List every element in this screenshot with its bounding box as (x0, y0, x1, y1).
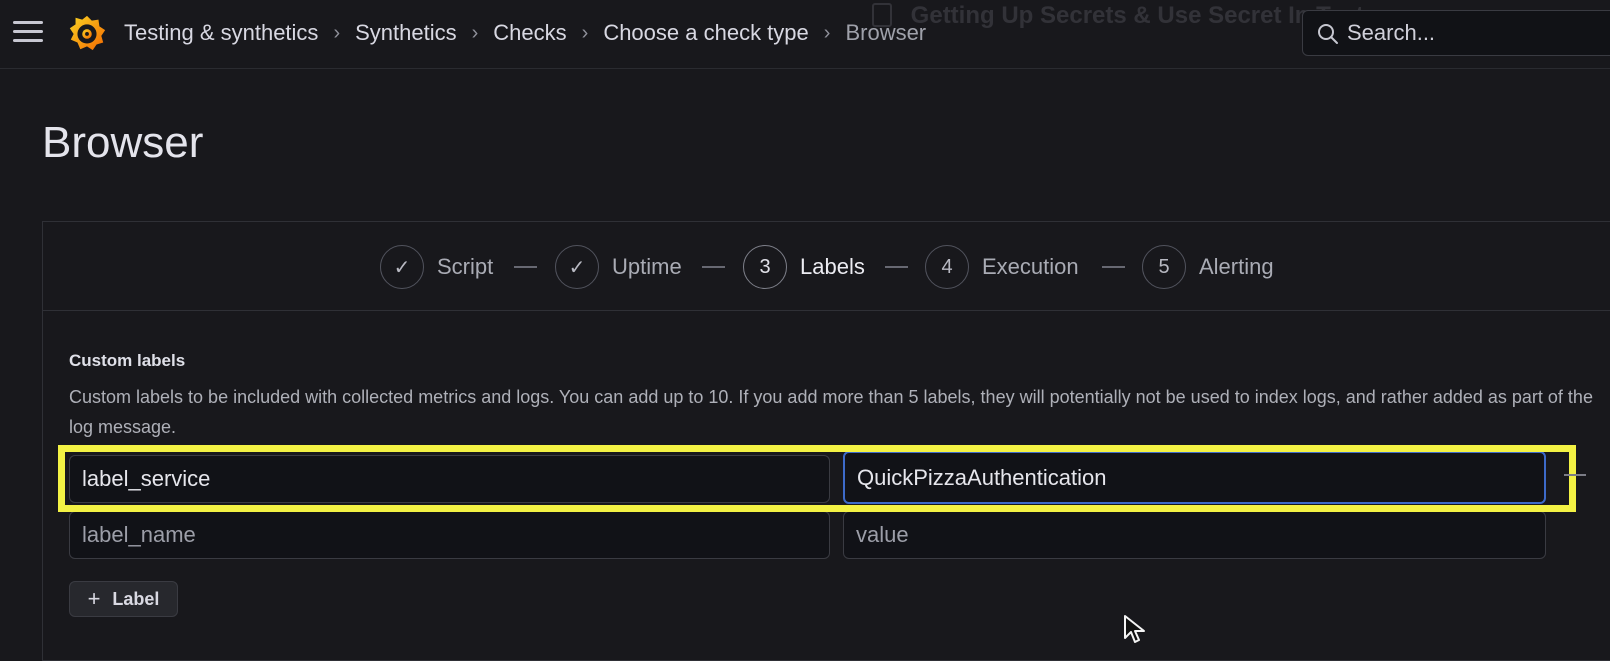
grafana-logo-icon[interactable] (66, 12, 108, 54)
mouse-pointer-icon (1124, 615, 1145, 643)
top-navigation-bar: Getting Up Secrets & Use Secret In Test.… (0, 0, 1610, 69)
label-name-field-1[interactable] (69, 455, 830, 503)
step-label: Alerting (1199, 254, 1274, 279)
add-label-button[interactable]: + Label (69, 581, 178, 617)
step-script[interactable]: ✓ Script (380, 245, 493, 289)
step-uptime[interactable]: ✓ Uptime (555, 245, 682, 289)
search-box[interactable] (1302, 10, 1610, 56)
wizard-steps: ✓ Script ✓ Uptime 3 Labels 4 Execution 5… (43, 222, 1610, 311)
breadcrumb-separator-icon: › (581, 21, 589, 44)
custom-labels-title: Custom labels (69, 351, 186, 370)
label-value-field-1[interactable] (843, 451, 1546, 504)
label-name-input-2[interactable] (82, 522, 829, 548)
label-value-input-2[interactable] (856, 522, 1545, 548)
label-value-input-1[interactable] (857, 464, 1544, 491)
search-input[interactable] (1347, 19, 1607, 47)
breadcrumb-separator-icon: › (333, 21, 341, 44)
step-connector (1102, 266, 1125, 268)
breadcrumb-checks[interactable]: Checks (493, 20, 566, 46)
step-number: 4 (925, 245, 969, 289)
row-remove-handle[interactable] (1564, 474, 1586, 476)
plus-icon: + (87, 586, 101, 611)
label-name-input-1[interactable] (82, 466, 829, 492)
step-execution[interactable]: 4 Execution (925, 245, 1079, 289)
breadcrumb-separator-icon: › (823, 21, 831, 44)
check-form-panel: ✓ Script ✓ Uptime 3 Labels 4 Execution 5… (42, 221, 1610, 661)
step-connector (514, 266, 537, 268)
breadcrumb: Testing & synthetics › Synthetics › Chec… (124, 16, 926, 50)
step-connector (702, 266, 725, 268)
search-icon (1318, 24, 1338, 44)
breadcrumb-choose-check-type[interactable]: Choose a check type (603, 20, 808, 46)
step-number: 3 (743, 245, 787, 289)
page-title: Browser (42, 118, 204, 167)
add-label-button-text: Label (112, 588, 160, 609)
menu-icon[interactable] (10, 16, 46, 48)
label-value-field-2[interactable] (843, 511, 1546, 559)
step-label: Uptime (612, 254, 682, 279)
step-connector (885, 266, 908, 268)
step-label: Script (437, 254, 494, 279)
step-labels[interactable]: 3 Labels (743, 245, 865, 289)
step-label: Execution (982, 254, 1079, 279)
custom-labels-description: Custom labels to be included with collec… (69, 387, 1593, 437)
step-number: 5 (1142, 245, 1186, 289)
label-name-field-2[interactable] (69, 511, 830, 559)
step-check-icon: ✓ (380, 245, 424, 289)
breadcrumb-browser-current: Browser (845, 20, 927, 45)
breadcrumb-testing-synthetics[interactable]: Testing & synthetics (124, 20, 318, 46)
breadcrumb-separator-icon: › (471, 21, 479, 44)
step-alerting[interactable]: 5 Alerting (1142, 245, 1274, 289)
step-check-icon: ✓ (555, 245, 599, 289)
step-label: Labels (800, 254, 865, 279)
breadcrumb-synthetics[interactable]: Synthetics (355, 20, 457, 46)
